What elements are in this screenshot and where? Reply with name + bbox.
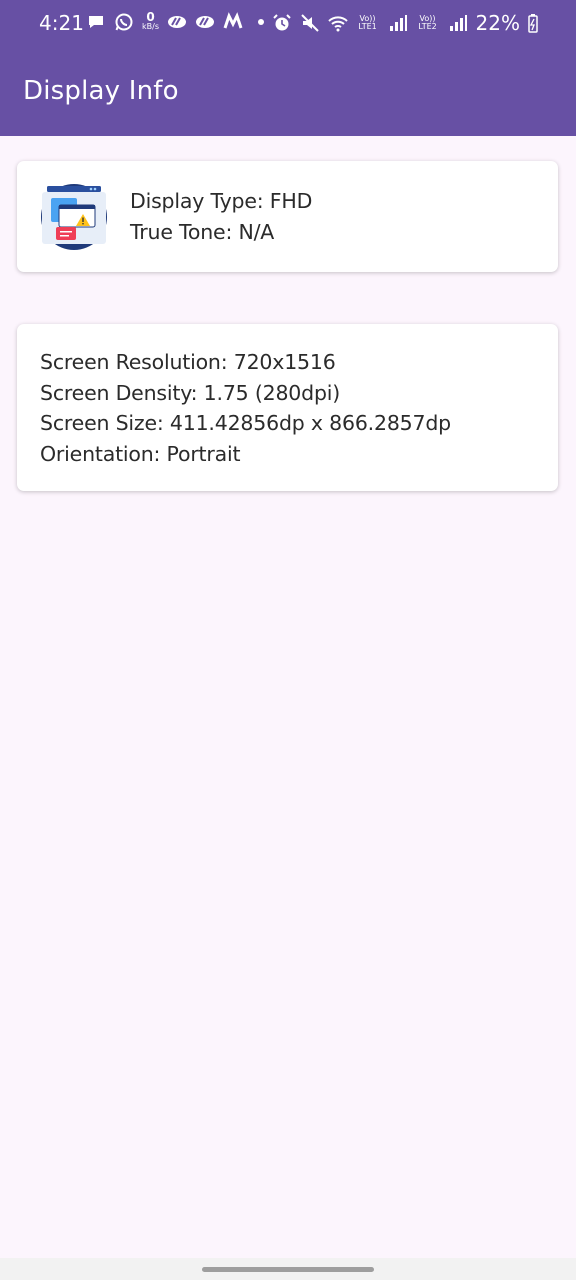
signal-sim1-icon — [389, 15, 407, 31]
status-notification-icons: 0 kB/s — [86, 10, 271, 32]
status-system-icons: Vo)) LTE1 Vo)) LTE2 22% — [272, 11, 538, 35]
screen-size-text: Screen Size: 411.42856dp x 866.2857dp — [40, 411, 451, 435]
app-notification-icon — [167, 16, 186, 28]
m-logo-icon — [223, 12, 243, 29]
screen-density-text: Screen Density: 1.75 (280dpi) — [40, 380, 341, 405]
whatsapp-icon — [115, 13, 133, 31]
data-speed-value: 0 — [146, 10, 155, 24]
display-type-text: Display Type: FHD — [130, 189, 313, 213]
data-speed-unit: kB/s — [142, 22, 159, 31]
chat-bubble-icon — [89, 16, 103, 28]
display-info-card: Display Type: FHD True Tone: N/A — [17, 161, 558, 272]
true-tone-text: True Tone: N/A — [130, 219, 275, 244]
status-bar: 4:21 0 kB/s Vo)) LTE1 Vo)) LTE2 22% — [0, 0, 576, 46]
screen-resolution-text: Screen Resolution: 720x1516 — [40, 350, 336, 374]
home-gesture-handle[interactable] — [202, 1267, 374, 1272]
app-header: 4:21 0 kB/s Vo)) LTE1 Vo)) LTE2 22% Disp… — [0, 0, 576, 136]
wifi-icon — [327, 16, 348, 32]
gesture-navigation-bar — [0, 1258, 576, 1280]
status-time: 4:21 — [39, 11, 84, 35]
battery-percentage: 22% — [475, 11, 520, 35]
data-speed-indicator: 0 kB/s — [142, 10, 159, 31]
orientation-text: Orientation: Portrait — [40, 441, 241, 466]
dot-icon — [257, 19, 264, 25]
sim2-volte-label: Vo)) LTE2 — [418, 14, 437, 31]
battery-charging-icon — [528, 14, 538, 33]
signal-sim2-icon — [449, 15, 467, 31]
alarm-icon — [272, 14, 291, 31]
display-monitor-icon — [41, 184, 107, 250]
screen-info-card: Screen Resolution: 720x1516 Screen Densi… — [17, 324, 558, 491]
mute-icon — [300, 14, 319, 32]
page-title: Display Info — [23, 76, 179, 106]
app-notification-icon-2 — [195, 16, 214, 28]
sim1-volte-label: Vo)) LTE1 — [358, 14, 377, 31]
